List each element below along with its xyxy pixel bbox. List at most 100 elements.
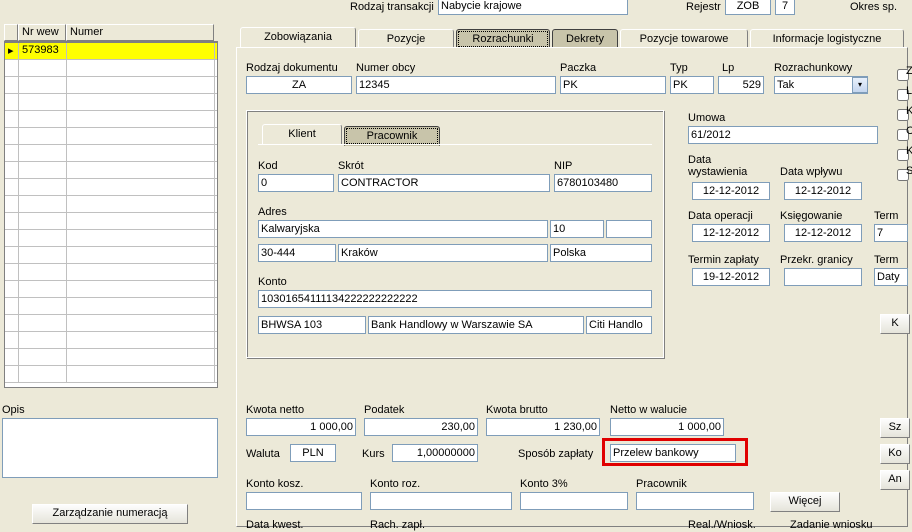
zadanie-wniosku-label: Zadanie wniosku bbox=[790, 519, 873, 531]
pracownik-label: Pracownik bbox=[636, 478, 687, 490]
bank-nazwa-field[interactable]: Bank Handlowy w Warszawie SA bbox=[368, 316, 584, 334]
konto-kosz-label: Konto kosz. bbox=[246, 478, 303, 490]
konto-label: Konto bbox=[258, 276, 287, 288]
paczka-field[interactable]: PK bbox=[560, 76, 666, 94]
netto-walucie-label: Netto w walucie bbox=[610, 404, 687, 416]
typ-field[interactable]: PK bbox=[670, 76, 714, 94]
term2-label: Term bbox=[874, 254, 898, 266]
rodzaj-dokumentu-label: Rodzaj dokumentu bbox=[246, 62, 338, 74]
rach-zapl-label: Rach. zapł. bbox=[370, 519, 425, 531]
pracownik-field[interactable] bbox=[636, 492, 754, 510]
data-operacji-field[interactable]: 12-12-2012 bbox=[692, 224, 770, 242]
termin-zaplaty-field[interactable]: 19-12-2012 bbox=[692, 268, 770, 286]
kod-field[interactable]: 0 bbox=[258, 174, 334, 192]
left-grid-header: Nr wew Numer bbox=[4, 24, 218, 42]
numer-obcy-label: Numer obcy bbox=[356, 62, 415, 74]
kurs-field[interactable]: 1,00000000 bbox=[392, 444, 478, 462]
rozrachunkowy-label: Rozrachunkowy bbox=[774, 62, 852, 74]
rodzaj-transakcji-field[interactable]: Nabycie krajowe bbox=[438, 0, 628, 15]
grid-row-selected[interactable]: ▸ 573983 bbox=[5, 43, 217, 60]
rejestr-field[interactable]: ZOB bbox=[725, 0, 771, 15]
konto-field[interactable]: 10301654111134222222222222 bbox=[258, 290, 652, 308]
col-nrwew[interactable]: Nr wew bbox=[18, 24, 66, 41]
skrot-label: Skrót bbox=[338, 160, 364, 172]
nr2-field[interactable] bbox=[606, 220, 652, 238]
umowa-label: Umowa bbox=[688, 112, 725, 124]
ksiegowanie-field[interactable]: 12-12-2012 bbox=[784, 224, 862, 242]
kraj-field[interactable]: Polska bbox=[550, 244, 652, 262]
kod-pocztowy-field[interactable]: 30-444 bbox=[258, 244, 336, 262]
term-field[interactable]: 7 bbox=[874, 224, 908, 242]
tab-dekrety[interactable]: Dekrety bbox=[552, 29, 618, 49]
termin-zaplaty-label: Termin zapłaty bbox=[688, 254, 759, 266]
kwota-brutto-label: Kwota brutto bbox=[486, 404, 548, 416]
opis-label: Opis bbox=[2, 404, 25, 416]
tab-zobowiazania[interactable]: Zobowiązania bbox=[240, 27, 356, 47]
podatek-field[interactable]: 230,00 bbox=[364, 418, 478, 436]
rodzaj-dokumentu-field[interactable]: ZA bbox=[246, 76, 352, 94]
lp-label: Lp bbox=[722, 62, 734, 74]
adres-label: Adres bbox=[258, 206, 287, 218]
okres-label: Okres sp. bbox=[850, 1, 897, 13]
konto-roz-label: Konto roz. bbox=[370, 478, 420, 490]
subtab-klient[interactable]: Klient bbox=[262, 124, 342, 144]
rejestr-num-field[interactable]: 7 bbox=[775, 0, 795, 15]
miasto-field[interactable]: Kraków bbox=[338, 244, 548, 262]
tab-rozrachunki[interactable]: Rozrachunki bbox=[456, 29, 550, 49]
ksiegowanie-label: Księgowanie bbox=[780, 210, 842, 222]
term-label: Term bbox=[874, 210, 898, 222]
sposob-zaplaty-label: Sposób zapłaty bbox=[518, 448, 593, 460]
ulica-field[interactable]: Kalwaryjska bbox=[258, 220, 548, 238]
skrot-field[interactable]: CONTRACTOR bbox=[338, 174, 550, 192]
lp-field[interactable]: 529 bbox=[718, 76, 764, 94]
przekr-granicy-field[interactable] bbox=[784, 268, 862, 286]
sz-button[interactable]: Sz bbox=[880, 418, 910, 438]
kwota-netto-label: Kwota netto bbox=[246, 404, 304, 416]
k-button[interactable]: K bbox=[880, 314, 910, 334]
typ-label: Typ bbox=[670, 62, 688, 74]
bank-kod-field[interactable]: BHWSA 103 bbox=[258, 316, 366, 334]
data-wplywu-field[interactable]: 12-12-2012 bbox=[784, 182, 862, 200]
daty-field[interactable]: Daty bbox=[874, 268, 908, 286]
ko-button[interactable]: Ko bbox=[880, 444, 910, 464]
opis-field[interactable] bbox=[2, 418, 218, 478]
konto-roz-field[interactable] bbox=[370, 492, 512, 510]
konto-kosz-field[interactable] bbox=[246, 492, 362, 510]
kod-label: Kod bbox=[258, 160, 278, 172]
tab-pozycje[interactable]: Pozycje bbox=[358, 29, 454, 49]
wiecej-button[interactable]: Więcej bbox=[770, 492, 840, 512]
kurs-label: Kurs bbox=[362, 448, 385, 460]
waluta-label: Waluta bbox=[246, 448, 280, 460]
kwota-brutto-field[interactable]: 1 230,00 bbox=[486, 418, 600, 436]
bank-ext-field[interactable]: Citi Handlo bbox=[586, 316, 652, 334]
rejestr-label: Rejestr bbox=[686, 1, 721, 13]
konto3-label: Konto 3% bbox=[520, 478, 568, 490]
data-wystawienia-label: Data wystawienia bbox=[688, 154, 758, 178]
numer-obcy-field[interactable]: 12345 bbox=[356, 76, 556, 94]
tab-pozycje-towarowe[interactable]: Pozycje towarowe bbox=[620, 29, 748, 49]
tab-informacje-logistyczne[interactable]: Informacje logistyczne bbox=[750, 29, 904, 49]
umowa-field[interactable]: 61/2012 bbox=[688, 126, 878, 144]
nip-label: NIP bbox=[554, 160, 572, 172]
rodzaj-transakcji-label: Rodzaj transakcji bbox=[350, 1, 434, 13]
nip-field[interactable]: 6780103480 bbox=[554, 174, 652, 192]
kwota-netto-field[interactable]: 1 000,00 bbox=[246, 418, 356, 436]
data-operacji-label: Data operacji bbox=[688, 210, 753, 222]
col-numer[interactable]: Numer bbox=[66, 24, 214, 41]
left-grid[interactable]: ▸ 573983 bbox=[4, 42, 218, 388]
zarzadzanie-numeracja-button[interactable]: Zarządzanie numeracją bbox=[32, 504, 188, 524]
an-button[interactable]: An bbox=[880, 470, 910, 490]
nr-field[interactable]: 10 bbox=[550, 220, 604, 238]
data-wystawienia-field[interactable]: 12-12-2012 bbox=[692, 182, 770, 200]
przekr-granicy-label: Przekr. granicy bbox=[780, 254, 853, 266]
podatek-label: Podatek bbox=[364, 404, 404, 416]
data-kwest-label: Data kwest. bbox=[246, 519, 303, 531]
data-wplywu-label: Data wpływu bbox=[780, 166, 842, 178]
rozrachunkowy-dropdown-icon[interactable]: ▾ bbox=[852, 77, 868, 93]
netto-walucie-field[interactable]: 1 000,00 bbox=[610, 418, 724, 436]
konto3-field[interactable] bbox=[520, 492, 628, 510]
sposob-zaplaty-field[interactable]: Przelew bankowy bbox=[610, 444, 736, 462]
grid-cell-nrwew: 573983 bbox=[19, 43, 67, 59]
waluta-field[interactable]: PLN bbox=[290, 444, 336, 462]
subtab-pracownik[interactable]: Pracownik bbox=[344, 126, 440, 146]
